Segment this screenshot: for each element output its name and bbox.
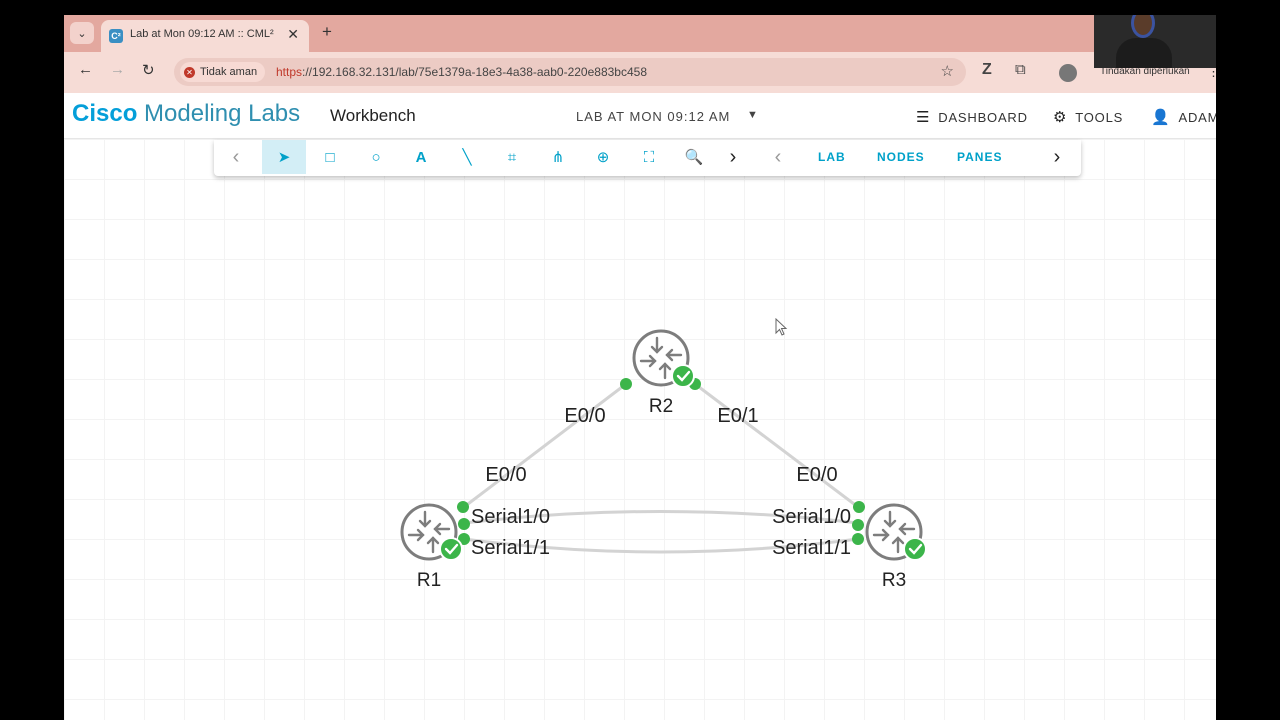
if-label-r2-e00: E0/0 [564, 405, 605, 427]
node-r2[interactable]: R2 [632, 329, 696, 417]
mouse-cursor-icon [775, 318, 788, 336]
if-label-r2-e01: E0/1 [717, 405, 758, 427]
if-label-r1-serial10: Serial1/0 [471, 506, 550, 528]
node-label-r3: R3 [882, 570, 906, 591]
link-r1-r2[interactable] [463, 382, 627, 509]
if-label-r3-serial10: Serial1/0 [772, 506, 851, 528]
if-label-r1-e00: E0/0 [485, 464, 526, 486]
check-badge-icon [438, 536, 464, 562]
screen: ⌄ C² Lab at Mon 09:12 AM :: CML² ✕ + ← →… [64, 15, 1216, 720]
check-badge-icon [670, 363, 696, 389]
node-r1[interactable]: R1 [400, 503, 464, 591]
node-label-r2: R2 [649, 396, 673, 417]
node-r3[interactable]: R3 [865, 503, 928, 591]
node-label-r1: R1 [417, 570, 441, 591]
link-r2-r3[interactable] [694, 382, 859, 509]
topology-diagram: R2 R1 R3 E0/0 E0/0 E0/1 E0/0 Serial1/0 S… [400, 329, 928, 591]
if-label-r1-serial11: Serial1/1 [471, 537, 550, 559]
if-label-r3-e00: E0/0 [796, 464, 837, 486]
check-badge-icon [902, 536, 928, 562]
if-label-r3-serial11: Serial1/1 [772, 537, 851, 559]
